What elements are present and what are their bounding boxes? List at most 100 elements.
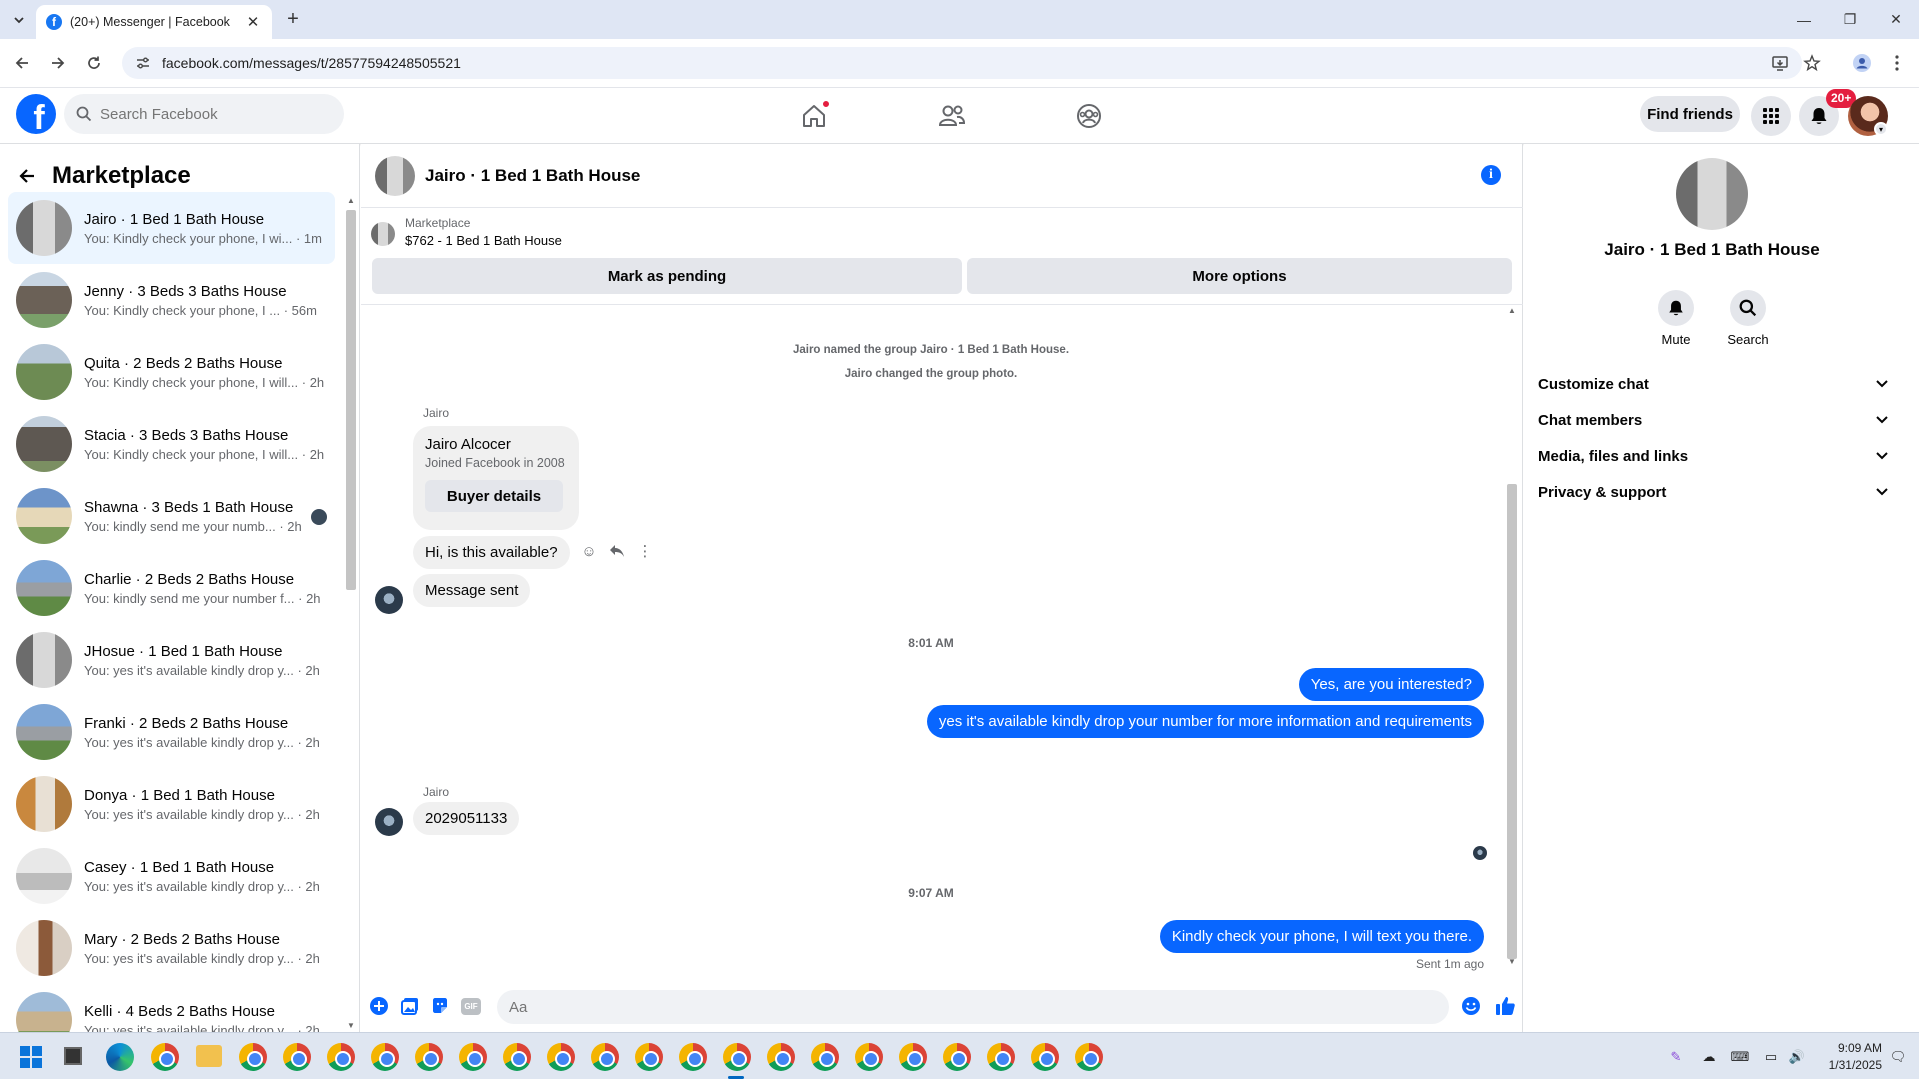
chrome-icon[interactable] xyxy=(811,1043,839,1071)
groups-nav-button[interactable] xyxy=(1071,98,1107,134)
find-friends-button[interactable]: Find friends xyxy=(1640,96,1740,132)
sticker-icon[interactable] xyxy=(428,994,452,1018)
like-icon[interactable] xyxy=(1493,994,1517,1018)
chrome-icon[interactable] xyxy=(503,1043,531,1071)
conversation-item[interactable]: Charlie · 2 Beds 2 Baths House You: kindl… xyxy=(8,552,335,624)
install-app-icon[interactable] xyxy=(1768,51,1792,75)
browser-menu-icon[interactable] xyxy=(1885,51,1909,75)
outgoing-message[interactable]: yes it's available kindly drop your numb… xyxy=(926,705,1484,738)
chrome-icon[interactable] xyxy=(899,1043,927,1071)
display-icon[interactable]: ▭ xyxy=(1761,1047,1781,1067)
search-input[interactable] xyxy=(100,105,320,123)
listing-summary[interactable]: Marketplace $762 - 1 Bed 1 Bath House xyxy=(371,216,562,248)
emoji-icon[interactable] xyxy=(1459,994,1483,1018)
tab-list-button[interactable] xyxy=(8,9,30,31)
reply-icon[interactable] xyxy=(603,540,631,562)
notification-center-icon[interactable]: 🗨 xyxy=(1888,1047,1908,1067)
site-info-icon[interactable] xyxy=(134,54,152,72)
mark-pending-button[interactable]: Mark as pending xyxy=(372,258,962,294)
sender-avatar[interactable] xyxy=(375,586,403,614)
reload-button[interactable] xyxy=(82,51,106,75)
chat-title[interactable]: Jairo · 1 Bed 1 Bath House xyxy=(425,166,640,186)
more-options-button[interactable]: More options xyxy=(967,258,1512,294)
chrome-icon[interactable] xyxy=(327,1043,355,1071)
friends-nav-button[interactable] xyxy=(934,98,970,134)
conversation-item[interactable]: Jairo · 1 Bed 1 Bath House You: Kindly ch… xyxy=(8,192,335,264)
facebook-logo-icon[interactable]: f xyxy=(16,94,56,134)
restore-button[interactable]: ❐ xyxy=(1827,0,1873,39)
chrome-icon[interactable] xyxy=(591,1043,619,1071)
conversation-item[interactable]: Donya · 1 Bed 1 Bath House You: yes it's … xyxy=(8,768,335,840)
plus-circle-icon[interactable] xyxy=(367,994,391,1018)
incoming-message[interactable]: Message sent xyxy=(413,574,531,607)
chrome-icon[interactable] xyxy=(635,1043,663,1071)
chrome-icon[interactable] xyxy=(855,1043,883,1071)
pen-icon[interactable]: ✎ xyxy=(1666,1047,1686,1067)
conversation-item[interactable]: Shawna · 3 Beds 1 Bath House You: kindly … xyxy=(8,480,335,552)
message-input[interactable] xyxy=(509,998,1389,1016)
privacy-support-section[interactable]: Privacy & support xyxy=(1538,474,1888,510)
outgoing-message[interactable]: Yes, are you interested? xyxy=(1298,668,1484,701)
chrome-icon[interactable] xyxy=(283,1043,311,1071)
back-button[interactable] xyxy=(10,51,34,75)
close-tab-icon[interactable]: ✕ xyxy=(244,13,262,31)
sidebar-scroll-thumb[interactable] xyxy=(346,210,356,590)
conversation-item[interactable]: Casey · 1 Bed 1 Bath House You: yes it's … xyxy=(8,840,335,912)
photo-icon[interactable] xyxy=(398,994,422,1018)
file-explorer-icon[interactable] xyxy=(196,1045,222,1067)
incoming-message[interactable]: 2029051133 xyxy=(413,802,520,835)
incoming-message[interactable]: Hi, is this available? xyxy=(413,536,570,569)
windows-start-icon[interactable] xyxy=(20,1046,42,1068)
info-icon[interactable]: i xyxy=(1481,165,1501,185)
conversation-item[interactable]: Stacia · 3 Beds 3 Baths House You: Kindly… xyxy=(8,408,335,480)
search-action[interactable]: Search xyxy=(1718,290,1778,347)
chrome-icon[interactable] xyxy=(1031,1043,1059,1071)
conversation-item[interactable]: Kelli · 4 Beds 2 Baths House You: yes it'… xyxy=(8,984,335,1032)
chat-scroll-thumb[interactable] xyxy=(1507,484,1517,959)
chrome-icon[interactable] xyxy=(987,1043,1015,1071)
facebook-search[interactable] xyxy=(64,94,344,134)
conversation-item[interactable]: Jenny · 3 Beds 3 Baths House You: Kindly … xyxy=(8,264,335,336)
chrome-icon[interactable] xyxy=(767,1043,795,1071)
buyer-details-button[interactable]: Buyer details xyxy=(425,480,563,512)
system-clock[interactable]: 9:09 AM 1/31/2025 xyxy=(1808,1040,1882,1074)
chat-scrollbar[interactable]: ▲ ▼ xyxy=(1505,306,1519,966)
keyboard-icon[interactable]: ⌨ xyxy=(1730,1047,1750,1067)
task-view-icon[interactable] xyxy=(64,1047,82,1065)
menu-grid-button[interactable] xyxy=(1751,96,1791,136)
chrome-icon[interactable] xyxy=(415,1043,443,1071)
browser-tab[interactable]: f (20+) Messenger | Facebook ✕ xyxy=(36,5,272,39)
mute-action[interactable]: Mute xyxy=(1646,290,1706,347)
chat-members-section[interactable]: Chat members xyxy=(1538,402,1888,438)
address-bar[interactable]: facebook.com/messages/t/2857759424850552… xyxy=(122,47,1802,79)
new-tab-button[interactable]: + xyxy=(282,8,304,30)
outgoing-message[interactable]: Kindly check your phone, I will text you… xyxy=(1159,920,1484,953)
volume-icon[interactable]: 🔊 xyxy=(1787,1047,1807,1067)
cloud-offline-icon[interactable]: ☁ xyxy=(1699,1047,1719,1067)
sender-avatar[interactable] xyxy=(375,808,403,836)
react-icon[interactable]: ☺ xyxy=(575,540,603,562)
close-window-button[interactable]: ✕ xyxy=(1873,0,1919,39)
conversation-item[interactable]: Franki · 2 Beds 2 Baths House You: yes it… xyxy=(8,696,335,768)
bookmark-star-icon[interactable] xyxy=(1800,51,1824,75)
customize-chat-section[interactable]: Customize chat xyxy=(1538,366,1888,402)
chrome-icon[interactable] xyxy=(679,1043,707,1071)
account-chevron-icon[interactable]: ▾ xyxy=(1874,122,1888,136)
gif-icon[interactable]: GIF xyxy=(459,994,483,1018)
chrome-icon[interactable] xyxy=(547,1043,575,1071)
chrome-icon[interactable] xyxy=(723,1043,751,1071)
forward-button[interactable] xyxy=(46,51,70,75)
edge-icon[interactable] xyxy=(106,1043,134,1071)
more-icon[interactable]: ⋮ xyxy=(631,540,659,562)
chrome-icon[interactable] xyxy=(371,1043,399,1071)
chrome-icon[interactable] xyxy=(1075,1043,1103,1071)
message-input-box[interactable] xyxy=(497,990,1449,1024)
home-nav-button[interactable] xyxy=(796,98,832,134)
conversation-item[interactable]: JHosue · 1 Bed 1 Bath House You: yes it's… xyxy=(8,624,335,696)
back-arrow-icon[interactable] xyxy=(18,167,36,185)
minimize-button[interactable]: — xyxy=(1781,0,1827,39)
chrome-icon[interactable] xyxy=(239,1043,267,1071)
conversation-item[interactable]: Mary · 2 Beds 2 Baths House You: yes it's… xyxy=(8,912,335,984)
media-files-links-section[interactable]: Media, files and links xyxy=(1538,438,1888,474)
chat-avatar[interactable] xyxy=(375,155,415,196)
